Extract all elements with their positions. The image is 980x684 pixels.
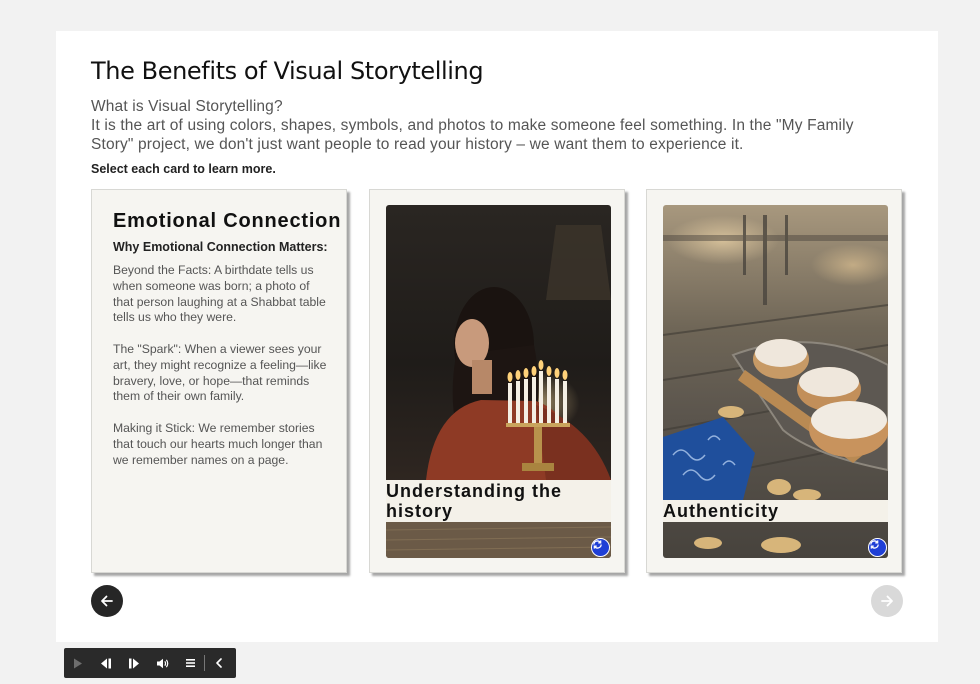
play-icon [74, 658, 82, 668]
previous-slide-icon [101, 658, 111, 668]
card-caption: Understanding the history [386, 481, 563, 521]
card-emotional-connection[interactable]: Emotional Connection Why Emotional Conne… [91, 189, 347, 573]
flip-icon [870, 540, 879, 549]
previous-button[interactable] [91, 585, 123, 617]
slide-panel: The Benefits of Visual Storytelling What… [56, 31, 938, 642]
card-paragraph: The "Spark": When a viewer sees your art… [113, 341, 327, 404]
next-slide-button[interactable] [120, 648, 148, 678]
arrow-left-icon [101, 595, 113, 607]
doughnuts-photo: Authenticity [663, 205, 888, 558]
volume-icon [156, 658, 168, 668]
page-title: The Benefits of Visual Storytelling [91, 57, 484, 85]
intro: What is Visual Storytelling? It is the a… [91, 97, 891, 154]
menorah-photo: Understanding the history [386, 205, 611, 558]
instruction-text: Select each card to learn more. [91, 162, 276, 176]
arrow-right-icon [881, 595, 893, 607]
card-body: Beyond the Facts: A birthdate tells us w… [113, 263, 331, 484]
collapse-button[interactable] [205, 648, 233, 678]
volume-button[interactable] [148, 648, 176, 678]
intro-text: It is the art of using colors, shapes, s… [91, 117, 854, 153]
card-paragraph: Making it Stick: We remember stories tha… [113, 420, 323, 467]
menu-button[interactable] [176, 648, 204, 678]
menu-icon [185, 659, 195, 667]
flip-button[interactable] [868, 538, 887, 557]
player-controls [64, 648, 236, 678]
previous-slide-button[interactable] [92, 648, 120, 678]
card-heading: Emotional Connection [113, 210, 342, 232]
card-paragraph: Beyond the Facts: A birthdate tells us w… [113, 263, 326, 325]
card-subheading: Why Emotional Connection Matters: [113, 240, 328, 254]
collapse-icon [216, 658, 222, 668]
next-slide-icon [129, 658, 139, 668]
play-button[interactable] [64, 648, 92, 678]
flip-icon [593, 540, 602, 549]
card-understanding-history[interactable]: Understanding the history [369, 189, 625, 573]
flip-button[interactable] [591, 538, 610, 557]
next-button[interactable] [871, 585, 903, 617]
intro-question: What is Visual Storytelling? [91, 98, 283, 115]
card-authenticity[interactable]: Authenticity [646, 189, 902, 573]
card-caption: Authenticity [663, 501, 780, 521]
